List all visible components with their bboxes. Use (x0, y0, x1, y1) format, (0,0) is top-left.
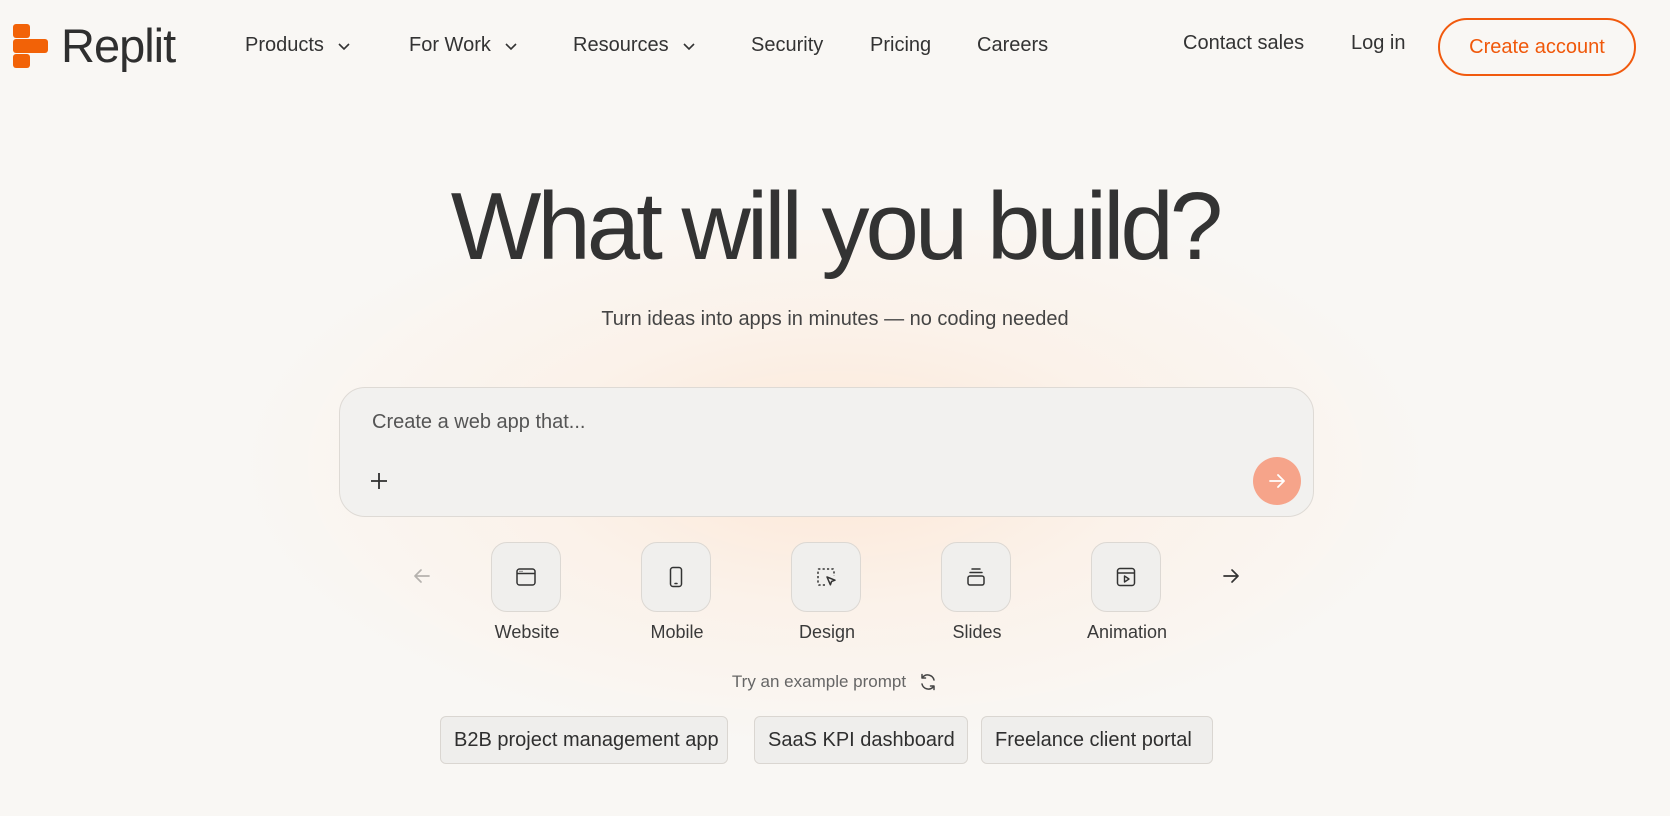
category-tile (791, 542, 861, 612)
nav-pricing-label: Pricing (870, 34, 932, 56)
category-tile (941, 542, 1011, 612)
category-mobile[interactable]: Mobile (641, 542, 713, 642)
contact-sales-link[interactable]: Contact sales (1183, 32, 1304, 55)
create-account-button[interactable]: Create account (1438, 18, 1636, 76)
category-design[interactable]: Design (791, 542, 863, 642)
category-tile (1091, 542, 1161, 612)
example-chip[interactable]: B2B project management app (440, 716, 728, 764)
category-tile (491, 542, 561, 612)
plus-icon[interactable] (366, 468, 392, 494)
nav-resources[interactable]: Resources (573, 34, 697, 57)
chevron-down-icon (683, 42, 695, 50)
example-chip[interactable]: SaaS KPI dashboard (754, 716, 968, 764)
example-chip[interactable]: Freelance client portal (981, 716, 1213, 764)
nav-resources-label: Resources (573, 34, 669, 56)
nav-products[interactable]: Products (245, 34, 352, 57)
browser-window-icon (516, 568, 536, 586)
nav-careers-label: Careers (977, 34, 1049, 56)
arrow-right-icon (1223, 569, 1239, 583)
category-tile (641, 542, 711, 612)
category-label: Slides (952, 622, 1002, 642)
send-button[interactable] (1253, 457, 1301, 505)
replit-logo[interactable]: Replit (13, 19, 176, 72)
nav-careers[interactable]: Careers (977, 34, 1048, 57)
arrow-right-icon (1269, 474, 1285, 488)
example-prompt-label: Try an example prompt (731, 672, 907, 691)
category-slides[interactable]: Slides (941, 542, 1013, 642)
nav-pricing[interactable]: Pricing (870, 34, 931, 57)
replit-logo-icon (13, 23, 48, 68)
example-prompt-row: Try an example prompt (0, 672, 1670, 692)
chevron-down-icon (338, 42, 350, 50)
hero-title: What will you build? (450, 173, 1223, 280)
category-label: Design (798, 622, 856, 642)
prompt-box (339, 387, 1314, 517)
category-label: Website (494, 622, 560, 642)
slides-stack-icon (967, 568, 985, 586)
video-play-icon (1116, 567, 1136, 587)
category-label: Animation (1086, 622, 1168, 642)
selection-cursor-icon (817, 568, 836, 586)
category-label: Mobile (650, 622, 704, 642)
login-link[interactable]: Log in (1351, 32, 1406, 55)
carousel-next-button[interactable] (1217, 562, 1245, 590)
nav-for-work-label: For Work (409, 34, 491, 56)
nav-for-work[interactable]: For Work (409, 34, 519, 57)
carousel-prev-button[interactable] (408, 562, 436, 590)
phone-icon (669, 566, 683, 588)
category-website[interactable]: Website (491, 542, 563, 642)
prompt-input[interactable] (370, 410, 1254, 435)
nav-security[interactable]: Security (751, 34, 823, 57)
nav-products-label: Products (245, 34, 324, 56)
nav-security-label: Security (751, 34, 824, 56)
arrow-left-icon (414, 569, 430, 583)
hero-subtitle: Turn ideas into apps in minutes — no cod… (601, 308, 1069, 330)
brand-name: Replit (61, 19, 176, 72)
chevron-down-icon (505, 42, 517, 50)
category-animation[interactable]: Animation (1087, 542, 1167, 642)
refresh-icon[interactable] (918, 672, 938, 692)
